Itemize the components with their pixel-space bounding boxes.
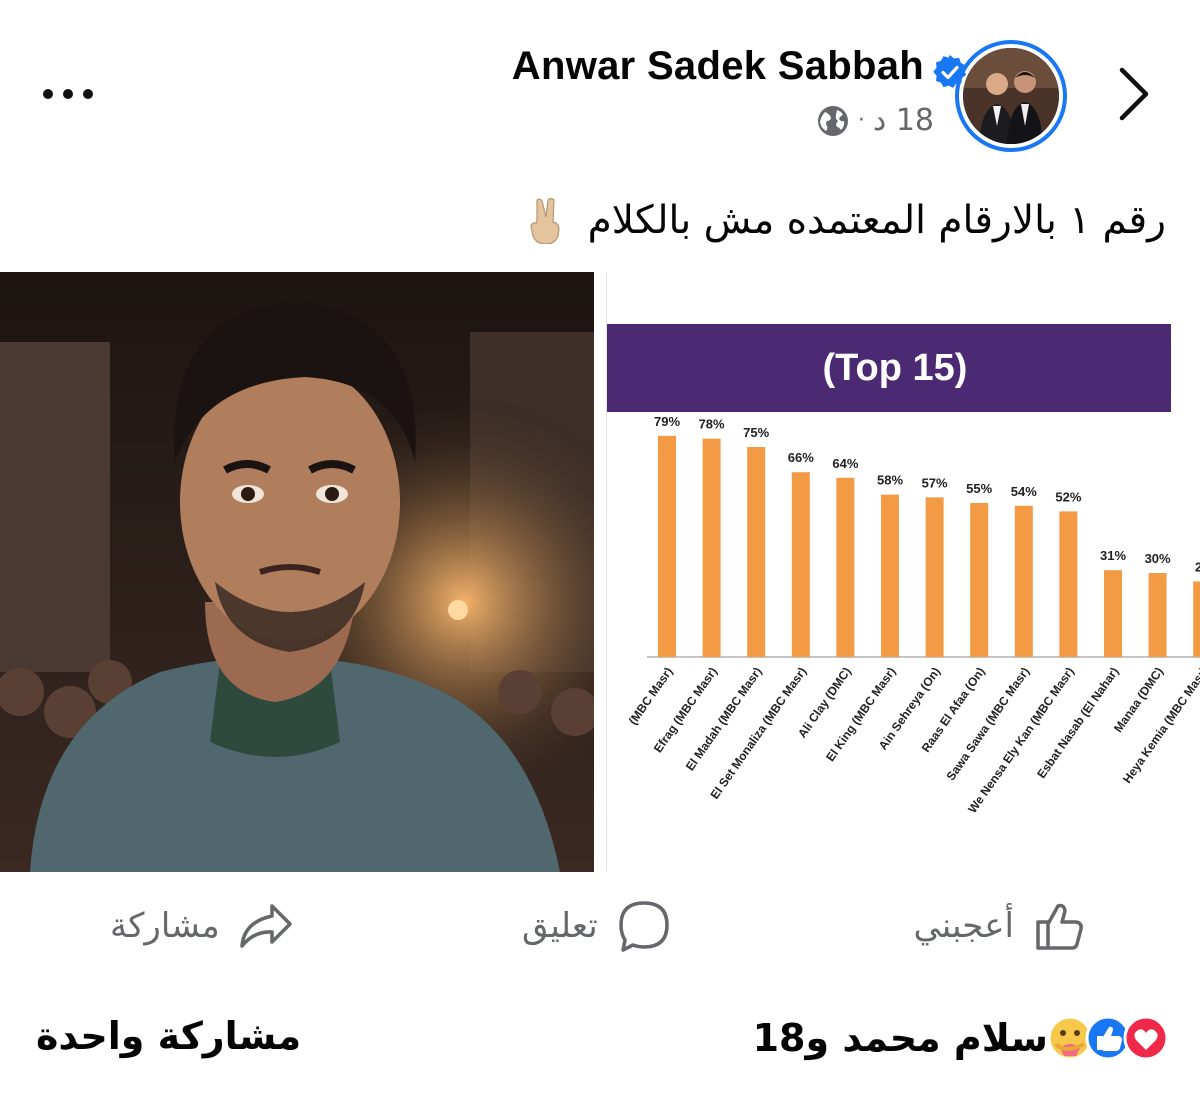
share-arrow-icon bbox=[240, 904, 292, 948]
reactions-summary[interactable]: سلام محمد و18 bbox=[753, 1014, 1170, 1062]
chevron-right-icon[interactable] bbox=[1112, 64, 1156, 124]
chart-bar bbox=[1104, 570, 1122, 657]
chart-bar bbox=[925, 497, 944, 657]
like-label: أعجبني bbox=[913, 906, 1014, 946]
chart-bar bbox=[1148, 573, 1167, 657]
chart-data-label: 78% bbox=[699, 417, 725, 432]
reaction-icons bbox=[1047, 1014, 1170, 1062]
chart-bar bbox=[658, 435, 676, 657]
reactions-label: سلام محمد و18 bbox=[752, 1016, 1048, 1060]
love-reaction-icon bbox=[1123, 1015, 1169, 1061]
caption-text: رقم ١ بالارقام المعتمده مش بالكلام bbox=[587, 197, 1166, 243]
chart-bar bbox=[702, 438, 721, 657]
chart-category-label: El Madah (MBC Masr) bbox=[683, 665, 765, 774]
like-button[interactable]: أعجبني bbox=[913, 898, 1088, 954]
chart-title: (Top 15) bbox=[823, 347, 968, 389]
chart-bar bbox=[836, 477, 855, 657]
thumbs-up-icon bbox=[1036, 903, 1083, 950]
chart-data-label: 54% bbox=[1011, 484, 1037, 499]
post-image-chart[interactable]: (Top 15) 79% 78% 75% 66% 64% 58% 57% 55% 54% 52% 3… bbox=[606, 272, 1200, 872]
more-options-icon bbox=[43, 89, 53, 99]
post-time[interactable]: 18 د bbox=[873, 103, 934, 138]
chart-data-label: 31% bbox=[1100, 548, 1126, 563]
chart-category-label: Sawa Sawa (MBC Masr) bbox=[944, 665, 1033, 783]
comment-button[interactable]: تعليق bbox=[522, 898, 672, 954]
globe-icon[interactable] bbox=[816, 104, 850, 138]
share-button[interactable]: مشاركة bbox=[110, 898, 294, 954]
chart-data-label: 27 bbox=[1195, 559, 1200, 574]
chart-bar bbox=[791, 472, 810, 657]
chart-bar bbox=[1193, 581, 1200, 657]
post-image-poster[interactable] bbox=[0, 272, 594, 872]
shares-count[interactable]: مشاركة واحدة bbox=[36, 1014, 301, 1058]
victory-hand-emoji bbox=[530, 197, 560, 244]
chart-bar bbox=[881, 494, 899, 657]
chart-category-label: Esbat Nasab (El Nahar) bbox=[1034, 665, 1121, 781]
chart-category-label: (MBC Masr) bbox=[626, 665, 676, 728]
chart-data-label: 30% bbox=[1145, 551, 1171, 566]
author-name[interactable]: Anwar Sadek Sabbah bbox=[512, 44, 924, 89]
chart-data-label: 55% bbox=[966, 481, 992, 496]
chart-data-label: 75% bbox=[743, 425, 769, 440]
comment-label: تعليق bbox=[522, 906, 598, 946]
chart-data-label: 52% bbox=[1055, 489, 1081, 504]
comment-bubble-icon bbox=[619, 901, 669, 952]
chart-category-label: El Set Monaliza (MBC Masr) bbox=[708, 665, 810, 802]
chart-data-label: 58% bbox=[877, 473, 903, 488]
chart-category-label: Heya Kemia (MBC Masr) bbox=[1120, 665, 1200, 786]
chart-bar bbox=[970, 503, 989, 657]
post-caption: رقم ١ بالارقام المعتمده مش بالكلام bbox=[524, 196, 1166, 244]
chart-bar bbox=[747, 447, 766, 657]
chart-data-label: 57% bbox=[922, 475, 948, 490]
chart-data-label: 64% bbox=[832, 456, 858, 471]
chart-data-label: 66% bbox=[788, 450, 814, 465]
chart-bar bbox=[1014, 505, 1033, 657]
share-label: مشاركة bbox=[110, 906, 220, 946]
chart-data-label: 79% bbox=[654, 414, 680, 429]
chart-bar bbox=[1059, 511, 1078, 657]
avatar[interactable] bbox=[963, 48, 1059, 144]
bar-chart: (Top 15) 79% 78% 75% 66% 64% 58% 57% 55% 54% 52% 3… bbox=[607, 324, 1200, 816]
meta-separator: · bbox=[857, 108, 865, 133]
post-meta: · 18 د bbox=[816, 103, 934, 138]
more-options-button[interactable] bbox=[36, 70, 100, 118]
